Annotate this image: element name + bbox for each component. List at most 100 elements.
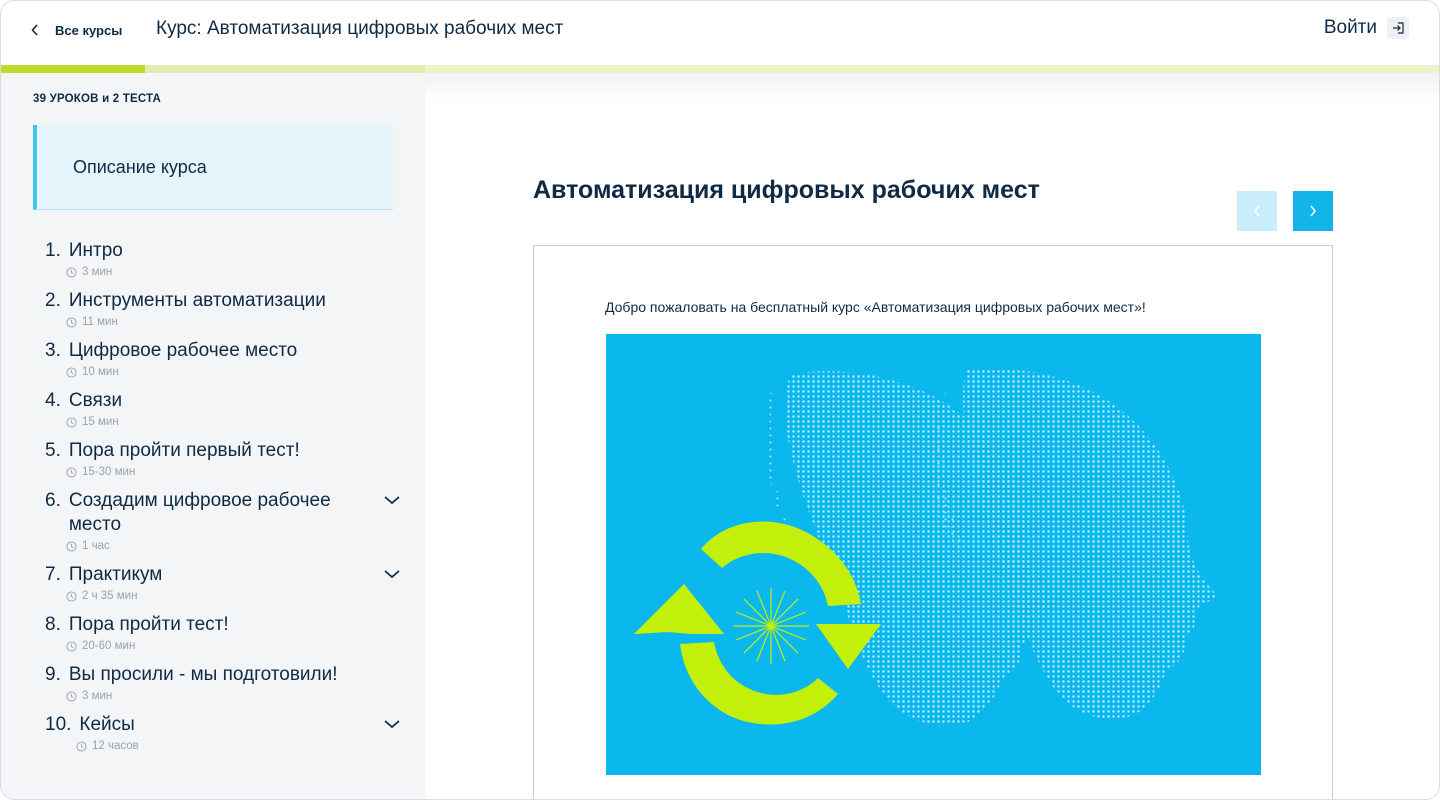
course-title: Курс: Автоматизация цифровых рабочих мес… — [156, 18, 564, 39]
login-icon — [1387, 17, 1409, 39]
lesson-item[interactable]: 4. Связи 15 мин — [45, 389, 401, 429]
lesson-title-text: Цифровое рабочее место — [68, 340, 298, 361]
lesson-item[interactable]: 8. Пора пройти тест! 20-60 мин — [45, 613, 401, 653]
lesson-duration-text: 12 часов — [92, 740, 139, 752]
lesson-title: 7. Практикум — [45, 563, 365, 587]
lesson-title: 3. Цифровое рабочее место — [45, 339, 365, 363]
back-label: Все курсы — [55, 22, 123, 38]
lesson-title: 9. Вы просили - мы подготовили! — [45, 663, 365, 687]
clock-icon — [66, 690, 77, 702]
chevron-right-icon — [1310, 205, 1316, 217]
chevron-left-icon — [31, 19, 41, 41]
top-bar: Все курсы Курс: Автоматизация цифровых р… — [1, 1, 1439, 65]
lesson-number: 3. — [45, 340, 61, 361]
lesson-title-text: Пора пройти первый тест! — [68, 440, 300, 461]
lesson-title-text: Интро — [68, 240, 123, 261]
chevron-down-icon[interactable] — [383, 493, 401, 507]
lesson-duration: 20-60 мин — [66, 639, 401, 653]
lesson-item[interactable]: 9. Вы просили - мы подготовили! 3 мин — [45, 663, 401, 703]
lesson-item[interactable]: 6. Создадим цифровое рабочее место 1 час — [45, 489, 401, 553]
lesson-duration: 1 час — [66, 539, 401, 553]
lesson-item[interactable]: 1. Интро 3 мин — [45, 239, 401, 279]
course-hero-illustration — [606, 334, 1261, 775]
lesson-title-text: Практикум — [68, 564, 163, 585]
chevron-down-icon[interactable] — [383, 717, 401, 731]
lesson-duration: 10 мин — [66, 365, 401, 379]
chevron-down-icon[interactable] — [383, 567, 401, 581]
lesson-title-text: Кейсы — [79, 714, 135, 735]
lessons-sidebar: 39 УРОКОВ и 2 ТЕСТА Описание курса 1. Инт… — [1, 73, 425, 799]
lesson-title-text: Вы просили - мы подготовили! — [68, 664, 338, 685]
faces-refresh-illustration — [634, 368, 1218, 726]
progress-section-highlight — [145, 65, 425, 73]
lesson-title: 6. Создадим цифровое рабочее место — [45, 489, 365, 537]
lesson-duration-text: 3 мин — [82, 690, 113, 702]
lesson-duration: 15-30 мин — [66, 465, 401, 479]
lesson-title-text: Создадим цифровое рабочее место — [68, 490, 331, 535]
lesson-title-text: Пора пройти тест! — [68, 614, 229, 635]
lesson-duration: 11 мин — [66, 315, 401, 329]
lesson-duration-text: 10 мин — [82, 366, 119, 378]
lesson-duration-text: 15-30 мин — [82, 466, 136, 478]
clock-icon — [66, 540, 77, 552]
lesson-duration: 2 ч 35 мин — [66, 589, 401, 603]
page-title: Автоматизация цифровых рабочих мест — [533, 176, 1040, 204]
header-shadow — [425, 73, 1439, 103]
lesson-duration-text: 2 ч 35 мин — [82, 590, 138, 602]
lesson-duration: 12 часов — [76, 739, 401, 753]
lesson-duration-text: 1 час — [82, 540, 110, 552]
lesson-title: 4. Связи — [45, 389, 365, 413]
back-to-courses-link[interactable]: Все курсы — [31, 19, 122, 41]
lesson-list: 1. Интро 3 мин 2. Инструменты автоматизации 1… — [45, 239, 401, 763]
lesson-number: 5. — [45, 440, 61, 461]
lesson-item[interactable]: 5. Пора пройти первый тест! 15-30 мин — [45, 439, 401, 479]
lesson-number: 8. — [45, 614, 61, 635]
lesson-number: 1. — [45, 240, 61, 261]
lesson-number: 7. — [45, 564, 61, 585]
course-description-label: Описание курса — [73, 156, 207, 177]
clock-icon — [66, 590, 77, 602]
lesson-duration: 15 мин — [66, 415, 401, 429]
login-button[interactable]: Войти — [1324, 17, 1409, 39]
lesson-content-panel: Добро пожаловать на бесплатный курс «Авт… — [533, 245, 1333, 799]
lesson-number: 2. — [45, 290, 61, 311]
lesson-duration-text: 15 мин — [82, 416, 119, 428]
lesson-number: 4. — [45, 390, 61, 411]
clock-icon — [66, 466, 77, 478]
login-label: Войти — [1323, 17, 1377, 38]
progress-fill — [1, 65, 145, 73]
lesson-duration-text: 11 мин — [82, 316, 118, 328]
lesson-number: 9. — [45, 664, 61, 685]
lesson-title: 1. Интро — [45, 239, 365, 263]
clock-icon — [66, 416, 77, 428]
clock-icon — [66, 640, 77, 652]
clock-icon — [76, 740, 87, 752]
lesson-duration-text: 3 мин — [82, 266, 113, 278]
clock-icon — [66, 366, 77, 378]
lesson-title: 8. Пора пройти тест! — [45, 613, 365, 637]
lesson-title-text: Связи — [68, 390, 123, 411]
lesson-duration: 3 мин — [66, 689, 401, 703]
lesson-title: 5. Пора пройти первый тест! — [45, 439, 365, 463]
chevron-left-icon — [1254, 205, 1260, 217]
next-lesson-button[interactable] — [1293, 191, 1333, 231]
lessons-counter: 39 УРОКОВ и 2 ТЕСТА — [33, 93, 162, 105]
prev-lesson-button[interactable] — [1237, 191, 1277, 231]
course-progress-bar — [1, 65, 1439, 73]
lesson-title: 10. Кейсы — [45, 713, 365, 737]
clock-icon — [66, 266, 77, 278]
app-window: Все курсы Курс: Автоматизация цифровых р… — [0, 0, 1440, 800]
main-content: Автоматизация цифровых рабочих мест Добр… — [425, 73, 1439, 799]
lesson-item[interactable]: 10. Кейсы 12 часов — [45, 713, 401, 753]
welcome-text: Добро пожаловать на бесплатный курс «Авт… — [605, 299, 1146, 315]
lesson-number: 10. — [45, 714, 72, 735]
course-description-item[interactable]: Описание курса — [33, 125, 393, 210]
lesson-item[interactable]: 3. Цифровое рабочее место 10 мин — [45, 339, 401, 379]
lesson-duration: 3 мин — [66, 265, 401, 279]
lesson-title: 2. Инструменты автоматизации — [45, 289, 365, 313]
lesson-item[interactable]: 7. Практикум 2 ч 35 мин — [45, 563, 401, 603]
lesson-duration-text: 20-60 мин — [82, 640, 136, 652]
lesson-item[interactable]: 2. Инструменты автоматизации 11 мин — [45, 289, 401, 329]
lesson-number: 6. — [45, 490, 61, 511]
clock-icon — [66, 316, 77, 328]
